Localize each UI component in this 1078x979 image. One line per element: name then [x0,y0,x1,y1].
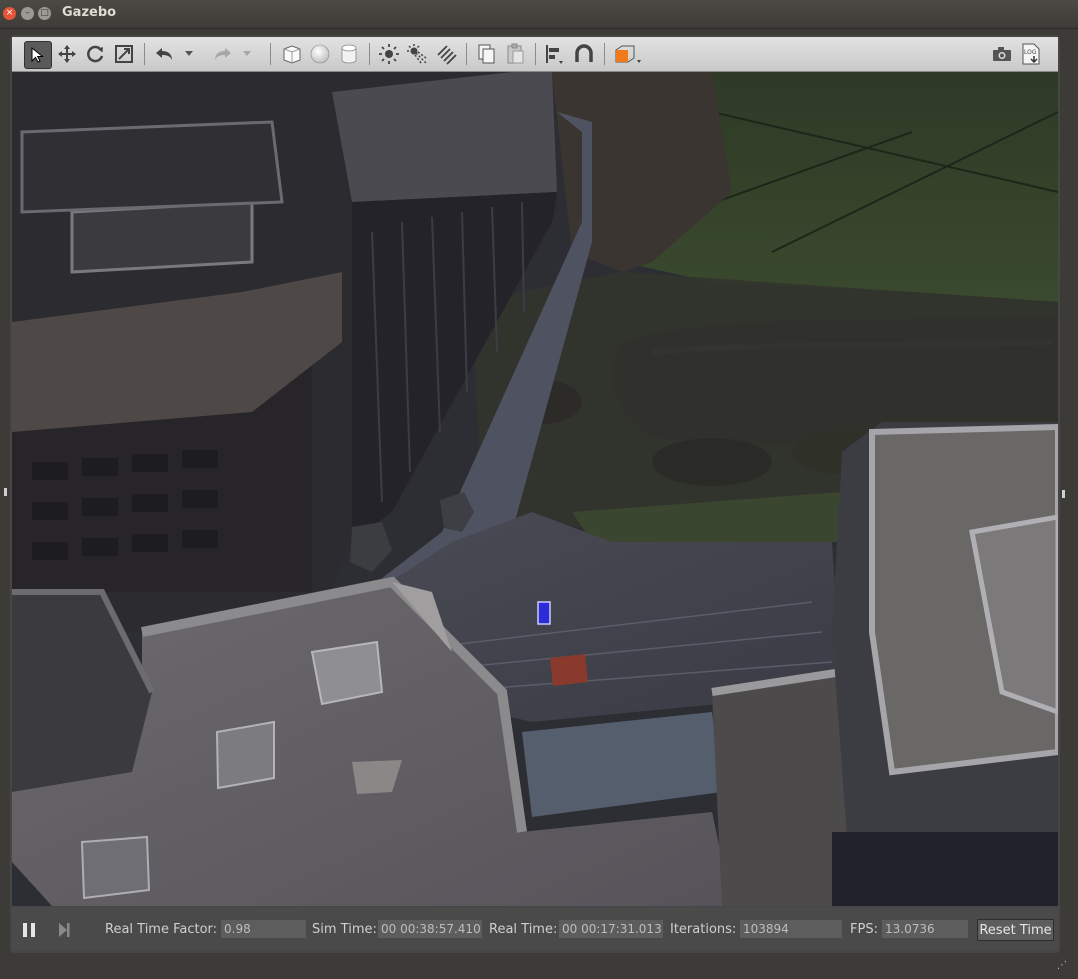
select-mode-button[interactable] [24,41,52,69]
move-icon [58,45,76,63]
robot-model[interactable] [537,601,551,625]
title-bar: × – □ Gazebo [0,0,1078,29]
scene-render [12,72,1058,906]
status-bar: Real Time Factor: 0.98 Sim Time: 00 00:3… [12,907,1058,951]
toolbar-separator [270,43,271,65]
screenshot-button[interactable] [989,41,1015,67]
undo-icon [156,48,172,60]
reset-time-button[interactable]: Reset Time [977,919,1054,941]
iterations-label: Iterations: [670,922,737,937]
sphere-button[interactable] [307,41,333,67]
point-light-button[interactable] [376,41,402,67]
undo-history-dropdown[interactable] [182,41,196,67]
redo-history-dropdown[interactable] [240,41,254,67]
step-icon[interactable] [56,922,72,938]
toolbar: LOG [12,37,1058,72]
pause-icon[interactable] [21,922,37,938]
undo-button[interactable] [152,41,178,67]
toolbar-separator [535,43,536,65]
fps-value: 13.0736 [882,920,968,938]
redo-icon [215,48,231,60]
box-button[interactable] [279,41,305,67]
cylinder-icon [341,44,357,64]
directional-light-icon [437,45,457,65]
view-angle-button[interactable] [611,41,643,67]
redo-button[interactable] [209,41,235,67]
toolbar-separator [144,43,145,65]
maximize-window-button[interactable]: □ [38,7,51,20]
rotate-mode-button[interactable] [82,41,108,67]
right-panel-handle[interactable] [1062,490,1065,498]
sim-time-value: 00 00:38:57.410 [378,920,482,938]
spot-light-icon [407,44,427,64]
minimize-window-button[interactable]: – [21,7,34,20]
real-time-factor-value: 0.98 [221,920,306,938]
view-cube-icon [615,45,641,63]
fps-label: FPS: [850,922,878,937]
iterations-value: 103894 [740,920,842,938]
log-button[interactable]: LOG [1018,41,1044,67]
point-light-icon [379,44,399,64]
rotate-icon [87,45,104,63]
close-window-button[interactable]: × [3,7,16,20]
left-panel-handle[interactable] [4,488,7,496]
toolbar-separator [466,43,467,65]
real-time-label: Real Time: [489,922,558,937]
sim-time-label: Sim Time: [312,922,377,937]
toolbar-separator [604,43,605,65]
log-icon: LOG [1022,43,1040,65]
scale-icon [115,45,133,63]
chevron-down-icon [243,51,251,56]
cylinder-button[interactable] [336,41,362,67]
arrow-cursor-icon [31,46,44,63]
paste-icon [507,43,524,64]
real-time-factor-label: Real Time Factor: [105,922,218,937]
chevron-down-icon [185,51,193,56]
real-time-value: 00 00:17:31.013 [559,920,663,938]
align-icon [546,45,563,64]
scene-viewport[interactable] [12,72,1058,906]
snap-button[interactable] [571,41,597,67]
paste-button[interactable] [502,41,528,67]
magnet-icon [575,44,593,62]
toolbar-separator [369,43,370,65]
translate-mode-button[interactable] [54,41,80,67]
copy-button[interactable] [473,41,499,67]
scale-mode-button[interactable] [111,41,137,67]
window-title: Gazebo [62,5,117,20]
camera-icon [993,47,1011,61]
resize-grip-icon[interactable]: ⋰ [1057,960,1067,971]
box-icon [283,45,301,64]
spot-light-button[interactable] [404,41,430,67]
log-icon-label: LOG [1024,49,1037,56]
sphere-icon [310,44,330,64]
align-button[interactable] [542,41,568,67]
directional-light-button[interactable] [433,41,459,67]
copy-icon [478,44,495,64]
